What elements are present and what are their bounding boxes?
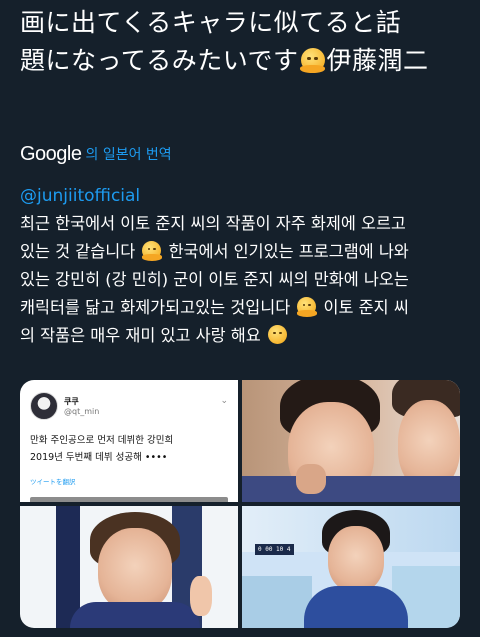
mini-tweet-name: 쿠쿠 bbox=[64, 397, 79, 406]
media-photo-1[interactable] bbox=[242, 380, 460, 502]
translation-line-2: 있는 것 같습니다 한국에서 인기있는 프로그램에 나와 bbox=[20, 241, 409, 262]
tweet-text: 画に出てくるキャラに似てると話 題になってるみたいです 伊藤潤二 bbox=[20, 4, 470, 80]
chevron-down-icon: ⌄ bbox=[220, 396, 228, 406]
media-photo-3[interactable]: 0 00 10 4 bbox=[242, 506, 460, 628]
relieved-face-emoji-icon bbox=[267, 325, 287, 344]
media-grid: 쿠쿠 @qt_min ⌄ 만화 주인공으로 먼저 데뷔한 강민희 2019년 두… bbox=[20, 380, 460, 628]
translation-line-5: 의 작품은 매우 재미 있고 사랑 해요 bbox=[20, 322, 468, 350]
tweet-line-2: 題になってるみたいです 伊藤潤二 bbox=[20, 46, 429, 75]
avatar bbox=[30, 392, 58, 420]
mini-tweet-line-1: 만화 주인공으로 먼저 데뷔한 강민희 bbox=[30, 435, 174, 446]
portrait-face bbox=[328, 526, 384, 592]
mini-tweet-image-strip bbox=[30, 497, 228, 502]
google-logo: Google bbox=[20, 142, 82, 165]
portrait-face bbox=[98, 528, 172, 612]
mini-tweet-body: 만화 주인공으로 먼저 데뷔한 강민희 2019년 두번째 데뷔 성공해 •••… bbox=[30, 432, 173, 466]
tweet-screen: 画に出てくるキャラに似てると話 題になってるみたいです 伊藤潤二 Google 의… bbox=[0, 0, 480, 637]
mini-tweet-translate-link: ツイートを翻訳 bbox=[30, 478, 76, 486]
translated-by-google[interactable]: Google 의 일본어 번역 bbox=[20, 142, 172, 166]
mini-tweet-handle: @qt_min bbox=[64, 407, 100, 416]
translation-line-3: 있는 강민히 (강 민히) 군이 이토 준지 씨의 만화에 나오는 bbox=[20, 270, 409, 289]
translate-meta: 의 일본어 번역 bbox=[85, 147, 172, 163]
score-badge: 0 00 10 4 bbox=[255, 544, 294, 555]
media-tweet-screenshot[interactable]: 쿠쿠 @qt_min ⌄ 만화 주인공으로 먼저 데뷔한 강민희 2019년 두… bbox=[20, 380, 238, 502]
hugging-face-emoji-icon bbox=[296, 297, 318, 318]
mini-tweet-line-2: 2019년 두번째 데뷔 성공해 •••• bbox=[30, 452, 168, 463]
translation-line-1: 최근 한국에서 이토 준지 씨의 작품이 자주 화제에 오르고 bbox=[20, 214, 406, 233]
translated-text: @junjiitofficial 최근 한국에서 이토 준지 씨의 작품이 자주… bbox=[20, 182, 468, 350]
hugging-face-emoji-icon bbox=[141, 241, 163, 262]
translation-line-4: 캐릭터를 닮고 화제가되고있는 것입니다 이토 준지 씨 bbox=[20, 297, 409, 318]
media-photo-2[interactable] bbox=[20, 506, 238, 628]
tweet-line-1: 画に出てくるキャラに似てると話 bbox=[20, 8, 402, 37]
mini-tweet-header: 쿠쿠 @qt_min bbox=[30, 392, 99, 420]
hugging-face-emoji-icon bbox=[299, 48, 326, 74]
mention-link[interactable]: @junjiitofficial bbox=[20, 182, 468, 210]
